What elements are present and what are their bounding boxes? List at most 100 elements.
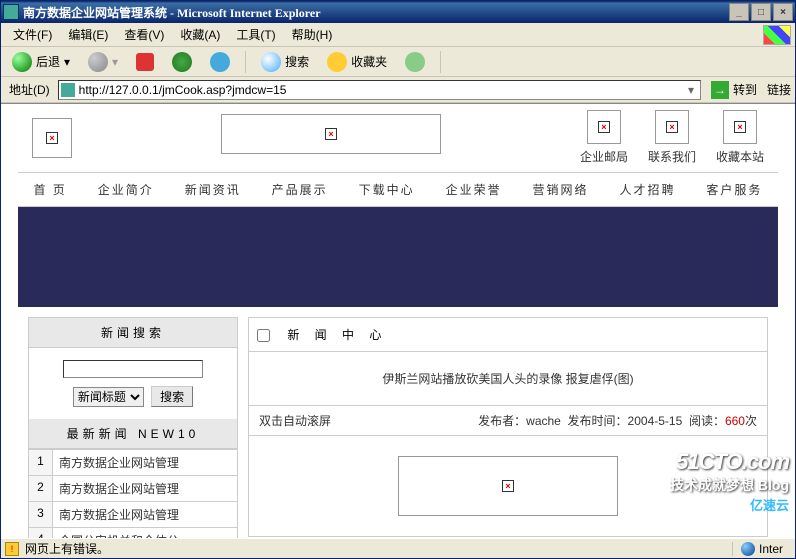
list-item[interactable]: 3南方数据企业网站管理 [29,501,237,527]
window-title: 南方数据企业网站管理系统 - Microsoft Internet Explor… [23,4,727,21]
mail-broken-image: × [587,110,621,144]
list-title: 全国公安机关和全体公 [53,528,237,538]
list-item[interactable]: 1南方数据企业网站管理 [29,449,237,475]
meta-right: 发布者：wache 发布时间：2004-5-15 阅读：660次 [478,412,757,429]
close-button[interactable]: × [773,3,793,21]
article-broken-image: × [398,456,618,516]
page: × × × 企业邮局 × 联系我们 × 收藏本站 [18,104,778,538]
content-area[interactable]: × × × 企业邮局 × 联系我们 × 收藏本站 [1,103,795,538]
publisher: wache [526,414,561,428]
stop-icon [136,53,154,71]
list-num: 1 [29,450,53,475]
zone-indicator: Inter [732,542,791,556]
refresh-button[interactable] [165,49,199,75]
logo-broken-image: × [32,118,72,158]
internet-zone-icon [741,542,755,556]
hero-banner [18,207,778,307]
nav-network[interactable]: 营销网络 [533,181,589,198]
list-title: 南方数据企业网站管理 [53,502,237,527]
search-input[interactable] [63,360,203,378]
history-icon [405,52,425,72]
links-label[interactable]: 链接 [767,81,791,98]
right-column: 新 闻 中 心 伊斯兰网站播放砍美国人头的录像 报复虐俘(图) 双击自动滚屏 发… [248,317,768,537]
nav-about[interactable]: 企业简介 [98,181,154,198]
toplink-bookmark[interactable]: × 收藏本站 [716,110,764,165]
nav-news[interactable]: 新闻资讯 [185,181,241,198]
chevron-down-icon: ▾ [64,55,70,69]
broken-image-icon: × [666,121,678,133]
broken-image-icon: × [325,128,337,140]
top-links: × 企业邮局 × 联系我们 × 收藏本站 [580,108,774,165]
warning-icon: ! [5,542,19,556]
reads-suffix: 次 [745,414,757,428]
article-body: × [249,436,767,536]
reads-count: 660 [725,414,745,428]
maximize-button[interactable]: □ [751,3,771,21]
section-label: 新 闻 中 心 [287,328,387,342]
broken-image-icon: × [502,480,514,492]
back-button[interactable]: 后退 ▾ [5,49,77,75]
list-num: 2 [29,476,53,501]
url-input[interactable] [79,83,684,97]
header-group: × × × 企业邮局 × 联系我们 × 收藏本站 [18,104,778,172]
favorites-button[interactable]: 收藏夹 [320,49,394,75]
nav-service[interactable]: 客户服务 [706,181,762,198]
search-heading: 新闻搜索 [29,318,237,348]
go-button[interactable]: → 转到 [705,79,763,101]
refresh-icon [172,52,192,72]
search-label: 搜索 [285,53,309,70]
broken-image-icon: × [598,121,610,133]
search-button[interactable]: 搜索 [254,49,316,75]
menu-view[interactable]: 查看(V) [116,24,172,45]
banner-broken-image: × [221,114,441,154]
titlebar: 南方数据企业网站管理系统 - Microsoft Internet Explor… [1,1,795,23]
toplink-bookmark-label: 收藏本站 [716,148,764,165]
toplink-contact[interactable]: × 联系我们 [648,110,696,165]
url-dropdown-icon[interactable]: ▾ [684,83,698,97]
status-bar: ! 网页上有错误。 Inter [1,538,795,558]
url-box[interactable]: ▾ [58,80,701,100]
latest-heading: 最新新闻 NEW10 [29,419,237,449]
section-checkbox[interactable] [257,329,270,342]
broken-image-icon: × [46,132,58,144]
stop-button[interactable] [129,50,161,74]
list-num: 4 [29,528,53,538]
nav-home[interactable]: 首 页 [33,181,66,198]
list-num: 3 [29,502,53,527]
reads-label: 阅读： [689,414,725,428]
minimize-button[interactable]: _ [729,3,749,21]
search-button[interactable]: 搜索 [151,386,193,407]
search-select[interactable]: 新闻标题 [73,387,144,407]
menu-help[interactable]: 帮助(H) [284,24,341,45]
home-button[interactable] [203,49,237,75]
favorites-label: 收藏夹 [351,53,387,70]
menu-file[interactable]: 文件(F) [5,24,60,45]
home-icon [210,52,230,72]
separator [440,51,441,73]
nav-products[interactable]: 产品展示 [272,181,328,198]
address-label: 地址(D) [5,81,54,98]
forward-button[interactable]: ▾ [81,49,125,75]
forward-icon [88,52,108,72]
toplink-mail[interactable]: × 企业邮局 [580,110,628,165]
list-title: 南方数据企业网站管理 [53,450,237,475]
ie-window: 南方数据企业网站管理系统 - Microsoft Internet Explor… [0,0,796,559]
go-label: 转到 [733,81,757,98]
columns: 新闻搜索 新闻标题 搜索 最新新闻 NEW10 1南方数据企业网站管理 2南方数… [18,307,778,538]
news-list: 1南方数据企业网站管理 2南方数据企业网站管理 3南方数据企业网站管理 4全国公… [29,449,237,538]
toplink-contact-label: 联系我们 [648,148,696,165]
bookmark-broken-image: × [723,110,757,144]
menu-tools[interactable]: 工具(T) [228,24,283,45]
list-item[interactable]: 4全国公安机关和全体公 [29,527,237,538]
list-item[interactable]: 2南方数据企业网站管理 [29,475,237,501]
nav-honor[interactable]: 企业荣誉 [446,181,502,198]
scroll-hint: 双击自动滚屏 [259,412,331,429]
star-icon [327,52,347,72]
menubar: 文件(F) 编辑(E) 查看(V) 收藏(A) 工具(T) 帮助(H) [1,23,795,47]
nav-jobs[interactable]: 人才招聘 [619,181,675,198]
menu-favorites[interactable]: 收藏(A) [172,24,228,45]
history-button[interactable] [398,49,432,75]
back-icon [12,52,32,72]
nav-download[interactable]: 下载中心 [359,181,415,198]
menu-edit[interactable]: 编辑(E) [60,24,116,45]
